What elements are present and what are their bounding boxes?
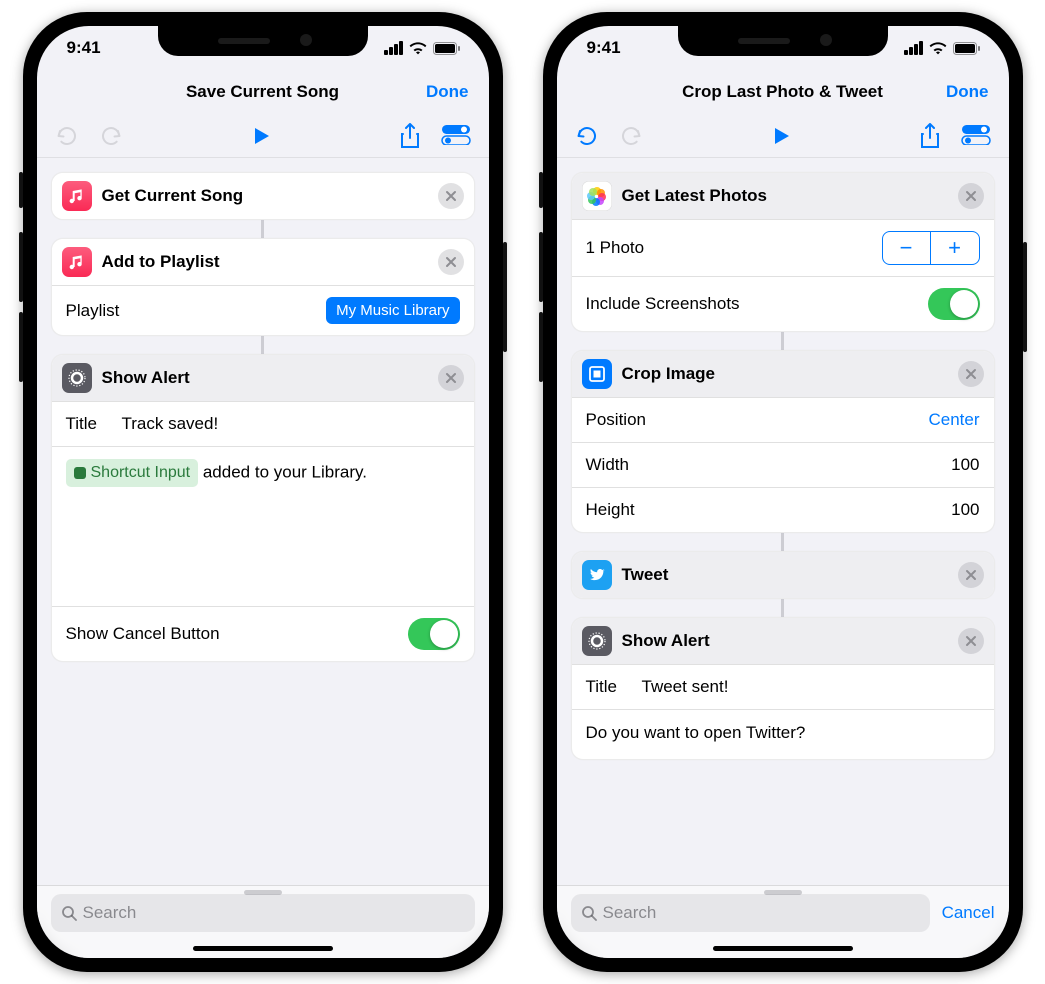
- photos-app-icon: [582, 181, 612, 211]
- gear-icon: [582, 626, 612, 656]
- battery-icon: [433, 42, 461, 55]
- undo-button: [55, 125, 79, 147]
- width-value[interactable]: 100: [951, 455, 979, 475]
- alert-title-label: Title: [66, 414, 122, 434]
- home-indicator[interactable]: [193, 946, 333, 951]
- cancel-button[interactable]: Cancel: [942, 903, 995, 923]
- wifi-icon: [409, 42, 427, 55]
- editor-toolbar: [37, 114, 489, 158]
- action-crop-image[interactable]: Crop Image Position Center Width 100 Hei…: [571, 350, 995, 533]
- search-icon: [581, 905, 597, 921]
- search-placeholder: Search: [603, 903, 657, 923]
- music-app-icon: [62, 247, 92, 277]
- position-value[interactable]: Center: [928, 410, 979, 430]
- music-app-icon: [62, 181, 92, 211]
- remove-action-button[interactable]: [958, 183, 984, 209]
- nav-bar: Crop Last Photo & Tweet Done: [557, 70, 1009, 114]
- play-button[interactable]: [771, 125, 791, 147]
- param-playlist-label: Playlist: [66, 301, 327, 321]
- search-icon: [61, 905, 77, 921]
- wifi-icon: [929, 42, 947, 55]
- remove-action-button[interactable]: [438, 365, 464, 391]
- done-button[interactable]: Done: [946, 82, 989, 102]
- battery-icon: [953, 42, 981, 55]
- position-label: Position: [586, 410, 929, 430]
- gear-icon: [62, 363, 92, 393]
- page-title: Crop Last Photo & Tweet: [682, 82, 883, 102]
- remove-action-button[interactable]: [958, 361, 984, 387]
- cellular-icon: [904, 41, 923, 55]
- search-input[interactable]: Search: [571, 894, 930, 932]
- settings-toggle-button[interactable]: [441, 123, 471, 149]
- editor-content: Get Current Song Add to Playlist Playlis…: [37, 158, 489, 958]
- action-title: Get Current Song: [102, 186, 438, 206]
- share-button[interactable]: [399, 123, 421, 149]
- action-title: Add to Playlist: [102, 252, 438, 272]
- device-right: 9:41 Crop Last Photo & Tweet Done: [543, 12, 1023, 972]
- alert-title-label: Title: [586, 677, 642, 697]
- redo-button: [619, 125, 643, 147]
- remove-action-button[interactable]: [958, 628, 984, 654]
- action-show-alert[interactable]: Show Alert Title Track saved! Shortcut I…: [51, 354, 475, 662]
- alert-body-field[interactable]: Do you want to open Twitter?: [572, 709, 994, 759]
- editor-toolbar: [557, 114, 1009, 158]
- device-left: 9:41 Save Current Song Done: [23, 12, 503, 972]
- alert-body-text: Do you want to open Twitter?: [586, 723, 806, 742]
- height-label: Height: [586, 500, 952, 520]
- crop-app-icon: [582, 359, 612, 389]
- stepper-minus-button[interactable]: −: [883, 232, 931, 264]
- alert-title-value[interactable]: Tweet sent!: [642, 677, 729, 697]
- undo-button[interactable]: [575, 125, 599, 147]
- include-screenshots-toggle[interactable]: [928, 288, 980, 320]
- width-label: Width: [586, 455, 952, 475]
- settings-toggle-button[interactable]: [961, 123, 991, 149]
- height-value[interactable]: 100: [951, 500, 979, 520]
- remove-action-button[interactable]: [958, 562, 984, 588]
- search-placeholder: Search: [83, 903, 137, 923]
- alert-body-text: added to your Library.: [198, 462, 367, 481]
- action-title: Tweet: [622, 565, 958, 585]
- status-time: 9:41: [67, 38, 101, 58]
- stepper-plus-button[interactable]: +: [931, 232, 979, 264]
- action-tweet[interactable]: Tweet: [571, 551, 995, 599]
- action-title: Crop Image: [622, 364, 958, 384]
- share-button[interactable]: [919, 123, 941, 149]
- photo-count-label: 1 Photo: [586, 238, 882, 258]
- alert-title-value[interactable]: Track saved!: [122, 414, 219, 434]
- play-button[interactable]: [251, 125, 271, 147]
- remove-action-button[interactable]: [438, 183, 464, 209]
- show-cancel-toggle[interactable]: [408, 618, 460, 650]
- include-screenshots-label: Include Screenshots: [586, 294, 928, 314]
- redo-button: [99, 125, 123, 147]
- param-playlist-value[interactable]: My Music Library: [326, 297, 459, 324]
- action-title: Get Latest Photos: [622, 186, 958, 206]
- remove-action-button[interactable]: [438, 249, 464, 275]
- action-title: Show Alert: [622, 631, 958, 651]
- action-add-to-playlist[interactable]: Add to Playlist Playlist My Music Librar…: [51, 238, 475, 336]
- page-title: Save Current Song: [186, 82, 339, 102]
- cellular-icon: [384, 41, 403, 55]
- home-indicator[interactable]: [713, 946, 853, 951]
- done-button[interactable]: Done: [426, 82, 469, 102]
- twitter-app-icon: [582, 560, 612, 590]
- grabber-handle[interactable]: [764, 890, 802, 895]
- count-stepper[interactable]: − +: [882, 231, 980, 265]
- action-get-latest-photos[interactable]: Get Latest Photos 1 Photo − + Include Sc…: [571, 172, 995, 332]
- nav-bar: Save Current Song Done: [37, 70, 489, 114]
- show-cancel-label: Show Cancel Button: [66, 624, 408, 644]
- action-show-alert[interactable]: Show Alert Title Tweet sent! Do you want…: [571, 617, 995, 760]
- search-input[interactable]: Search: [51, 894, 475, 932]
- status-time: 9:41: [587, 38, 621, 58]
- action-get-current-song[interactable]: Get Current Song: [51, 172, 475, 220]
- magic-variable-token[interactable]: Shortcut Input: [66, 459, 199, 487]
- action-title: Show Alert: [102, 368, 438, 388]
- editor-content: Get Latest Photos 1 Photo − + Include Sc…: [557, 158, 1009, 958]
- alert-body-field[interactable]: Shortcut Input added to your Library.: [52, 446, 474, 606]
- grabber-handle[interactable]: [244, 890, 282, 895]
